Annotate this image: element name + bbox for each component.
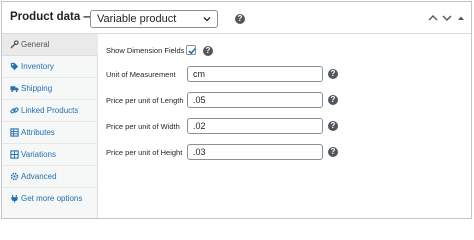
help-icon[interactable]: ? — [235, 14, 245, 24]
length-value: .05 — [193, 95, 206, 105]
product-data-panel: Product data — Variable product ? Genera… — [1, 1, 472, 219]
tab-advanced[interactable]: Advanced — [2, 166, 97, 188]
height-value: .03 — [193, 147, 206, 157]
panel-header: Product data — Variable product ? — [2, 2, 471, 34]
chevron-up-icon — [428, 15, 438, 21]
unit-of-measurement-input[interactable]: cm — [187, 66, 323, 82]
chevron-down-icon — [203, 17, 211, 22]
width-value: .02 — [193, 121, 206, 131]
show-dimension-checkbox[interactable] — [186, 45, 196, 55]
product-type-select[interactable]: Variable product — [90, 10, 218, 28]
help-icon[interactable]: ? — [328, 121, 338, 131]
chevron-down-icon — [442, 15, 452, 21]
tab-inventory[interactable]: Inventory — [2, 56, 97, 78]
tab-attributes[interactable]: Attributes — [2, 122, 97, 144]
tag-icon — [10, 62, 19, 71]
tab-label: Shipping — [21, 84, 53, 93]
tab-label: Get more options — [21, 194, 83, 203]
help-icon[interactable]: ? — [203, 46, 213, 56]
unit-value: cm — [193, 69, 205, 79]
unit-label: Unit of Measurement — [106, 70, 176, 79]
general-tab-content: Show Dimension Fields ? Unit of Measurem… — [98, 34, 471, 218]
grid-icon — [10, 150, 19, 159]
panel-title: Product data — — [10, 11, 95, 23]
price-per-height-input[interactable]: .03 — [187, 144, 323, 160]
tab-label: Variations — [21, 150, 56, 159]
tab-label: General — [21, 40, 50, 49]
link-icon — [10, 107, 19, 114]
tab-label: Advanced — [21, 172, 57, 181]
checkmark-icon — [188, 48, 196, 55]
wrench-icon — [10, 40, 19, 49]
length-label: Price per unit of Length — [106, 96, 184, 105]
price-per-length-input[interactable]: .05 — [187, 92, 323, 108]
move-up-button[interactable] — [427, 12, 439, 24]
tab-get-more-options[interactable]: Get more options — [2, 188, 97, 210]
caret-up-icon — [458, 16, 464, 20]
table-icon — [10, 128, 19, 137]
tab-label: Linked Products — [21, 106, 79, 115]
tab-general[interactable]: General — [2, 34, 98, 56]
plugin-icon — [11, 194, 18, 203]
price-per-width-input[interactable]: .02 — [187, 118, 323, 134]
product-type-value: Variable product — [97, 13, 177, 25]
tab-label: Inventory — [21, 62, 54, 71]
help-icon[interactable]: ? — [328, 95, 338, 105]
help-icon[interactable]: ? — [328, 147, 338, 157]
move-down-button[interactable] — [441, 12, 453, 24]
tab-label: Attributes — [21, 128, 55, 137]
tab-linked-products[interactable]: Linked Products — [2, 100, 97, 122]
truck-icon — [10, 86, 19, 93]
collapse-panel-button[interactable] — [455, 12, 467, 24]
tab-shipping[interactable]: Shipping — [2, 78, 97, 100]
gear-icon — [10, 172, 19, 181]
width-label: Price per unit of Width — [106, 122, 180, 131]
product-data-tabs: General Inventory Shipping Linked Produc… — [2, 34, 98, 218]
help-icon[interactable]: ? — [328, 69, 338, 79]
show-dimension-label: Show Dimension Fields — [106, 46, 185, 55]
height-label: Price per unit of Height — [106, 148, 183, 157]
tab-variations[interactable]: Variations — [2, 144, 97, 166]
